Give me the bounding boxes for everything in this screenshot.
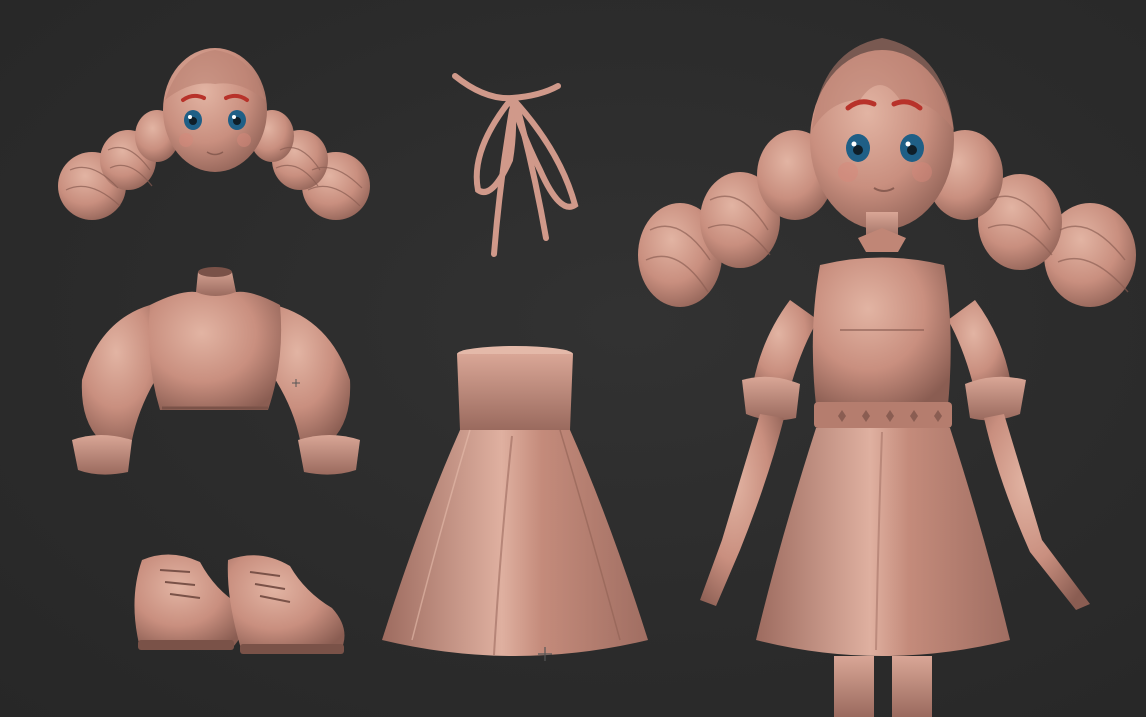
skirt-body [382,430,648,656]
shoe-right [227,555,345,652]
character-arm-right [984,414,1090,610]
character-pupil-left [853,145,863,155]
character-collar [858,228,906,252]
character-leg-left [834,656,874,717]
eye-highlight-left [188,115,192,119]
cheek-right [237,133,251,147]
character-cuff-right [965,376,1026,421]
character-cheek-left [838,162,858,182]
head-sculpt[interactable] [58,48,370,220]
character-cuff-left [742,376,800,421]
bow-ribbon-sculpt[interactable] [452,73,579,257]
character-highlight-right [905,141,911,147]
character-dress-skirt [756,428,1010,656]
eye-highlight-right [232,115,236,119]
character-highlight-left [851,141,857,147]
sculpt-viewport[interactable] [0,0,1146,717]
shoes-sculpt[interactable] [134,554,345,654]
skirt-sculpt[interactable] [382,346,648,661]
shoe-right-sole [240,644,344,654]
character-pupil-right [907,145,917,155]
cuff-right [298,435,360,475]
blouse-torso [148,291,282,410]
shoe-left [134,554,244,648]
collar-opening [198,267,232,277]
character-leg-right [892,656,932,717]
ribbon-tie [452,73,561,102]
character-arm-left [700,414,784,606]
character-dress-bodice [812,257,951,405]
skirt-waistband [457,354,573,430]
character-belt [814,402,952,428]
full-character-sculpt[interactable] [638,38,1136,717]
cheek-left [179,133,193,147]
scene-canvas[interactable] [0,0,1146,717]
shoe-left-sole [138,640,234,650]
character-cheek-right [912,162,932,182]
blouse-sculpt[interactable] [72,267,360,475]
cuff-left [72,435,132,475]
